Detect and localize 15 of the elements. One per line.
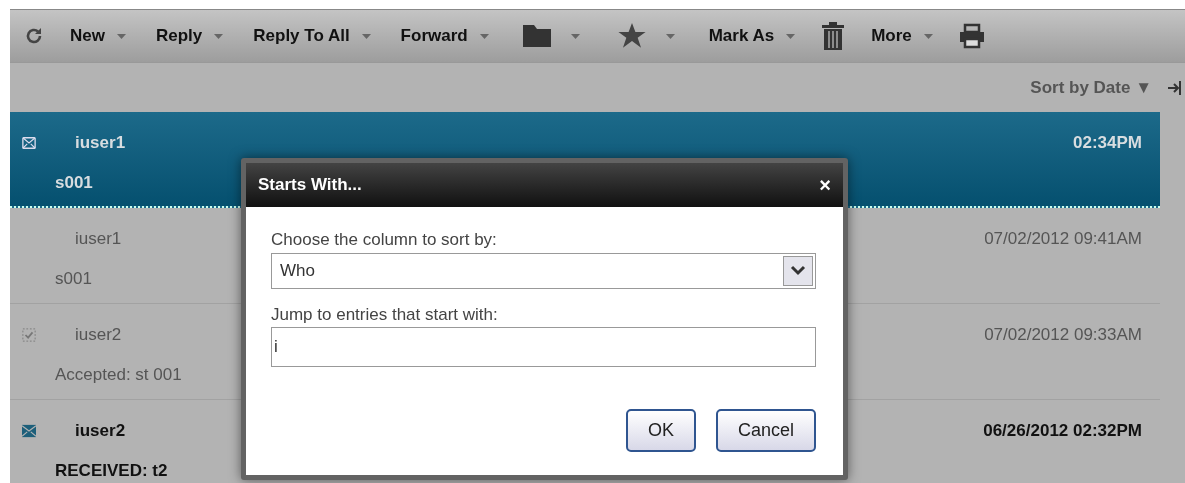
message-date: 02:34PM [1073, 132, 1142, 154]
sender-name: iuser2 [75, 420, 126, 442]
message-subject: RECEIVED: t2 [55, 459, 168, 482]
field-label: Choose the column to sort by: [271, 229, 498, 251]
message-date: 06/26/2012 02:32PM [983, 420, 1142, 442]
message-subject: s001 [55, 267, 92, 290]
dialog-title: Starts With... [258, 174, 362, 197]
message-date: 07/02/2012 09:33AM [984, 324, 1142, 346]
sender-name: iuser1 [75, 132, 126, 154]
message-subject: Accepted: st 001 [55, 363, 182, 386]
sender-name: iuser1 [75, 228, 122, 250]
message-subject: s001 [55, 171, 93, 194]
sender-name: iuser2 [75, 324, 122, 346]
field-label: Jump to entries that start with: [271, 303, 499, 326]
message-date: 07/02/2012 09:41AM [984, 228, 1142, 250]
